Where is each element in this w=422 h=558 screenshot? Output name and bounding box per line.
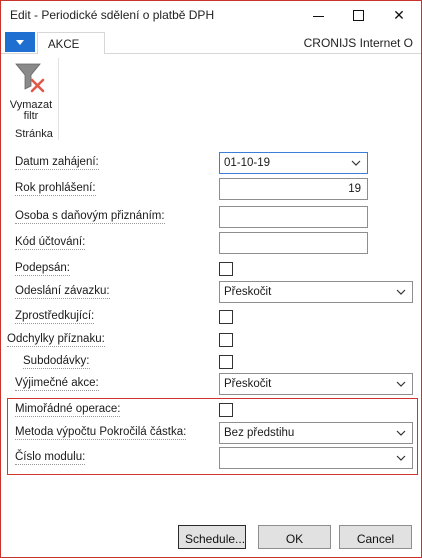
posting-code-label: Kód účtování: [15, 236, 86, 250]
advance-method-select[interactable]: Bez předstihu [219, 422, 413, 444]
start-date-label: Datum zahájení: [15, 156, 99, 170]
row-extraordinary-operations: Mimořádné operace: [1, 399, 421, 421]
dropdown-triangle-icon [16, 39, 24, 45]
row-subcontracts: Subdodávky: [1, 351, 421, 373]
extraordinary-operations-checkbox[interactable] [219, 403, 233, 417]
row-intermediary: Zprostředkující: [1, 306, 421, 328]
intermediary-label: Zprostředkující: [15, 310, 95, 324]
row-start-date: Datum zahájení: 01-10-19 [1, 152, 421, 174]
clear-filter-button[interactable]: Vymazat filtr [5, 58, 55, 124]
advance-method-value: Bez předstihu [224, 427, 295, 439]
ok-button[interactable]: OK [258, 525, 331, 549]
maximize-button[interactable] [341, 1, 375, 29]
chevron-down-icon[interactable] [351, 159, 361, 167]
liability-send-label: Odeslání závazku: [15, 285, 110, 299]
maximize-icon [352, 9, 364, 21]
tab-akce[interactable]: AKCE [37, 32, 105, 55]
subcontracts-checkbox[interactable] [219, 355, 233, 369]
row-liability-send: Odeslání závazku: Přeskočit [1, 281, 421, 303]
intermediary-checkbox[interactable] [219, 310, 233, 324]
chevron-down-icon[interactable] [396, 380, 406, 388]
row-posting-code: Kód účtování: [1, 232, 421, 254]
flag-deviations-checkbox[interactable] [219, 333, 233, 347]
exceptional-actions-value: Přeskočit [224, 378, 272, 390]
row-tax-person: Osoba s daňovým přiznáním: [1, 206, 421, 228]
row-advance-method: Metoda výpočtu Pokročilá částka: Bez pře… [1, 422, 421, 444]
flag-deviations-label: Odchylky příznaku: [7, 333, 105, 347]
module-number-select[interactable] [219, 447, 413, 469]
exceptional-actions-select[interactable]: Přeskočit [219, 373, 413, 395]
ribbon: Vymazat filtr Stránka [1, 54, 421, 144]
ribbon-group-label: Stránka [15, 128, 53, 140]
edit-window: Edit - Periodické sdělení o platbě DPH ✕… [0, 0, 422, 558]
chevron-down-icon[interactable] [396, 288, 406, 296]
row-flag-deviations: Odchylky příznaku: [1, 329, 421, 351]
clear-filter-label-line2: filtr [23, 110, 39, 122]
close-icon: ✕ [393, 6, 405, 23]
schedule-button[interactable]: Schedule... [178, 525, 246, 549]
chevron-down-icon[interactable] [396, 454, 406, 462]
ribbon-group-page: Vymazat filtr Stránka [5, 58, 59, 140]
start-date-input[interactable]: 01-10-19 [219, 152, 368, 174]
row-signed: Podepsán: [1, 258, 421, 280]
row-declaration-year: Rok prohlášení: 19 [1, 178, 421, 200]
subcontracts-label: Subdodávky: [23, 355, 90, 369]
advance-method-label: Metoda výpočtu Pokročilá částka: [15, 426, 187, 440]
app-menu-button[interactable] [5, 32, 35, 52]
signed-checkbox[interactable] [219, 262, 233, 276]
row-module-number: Číslo modulu: [1, 447, 421, 469]
minimize-icon [312, 15, 324, 17]
exceptional-actions-label: Výjimečné akce: [15, 377, 99, 391]
minimize-button[interactable] [301, 1, 335, 29]
chevron-down-icon[interactable] [396, 429, 406, 437]
liability-send-select[interactable]: Přeskočit [219, 281, 413, 303]
extraordinary-operations-label: Mimořádné operace: [15, 403, 121, 417]
tax-person-input[interactable] [219, 206, 368, 228]
declaration-year-input[interactable]: 19 [219, 178, 368, 200]
liability-send-value: Přeskočit [224, 286, 272, 298]
module-number-label: Číslo modulu: [15, 451, 86, 465]
cancel-button[interactable]: Cancel [339, 525, 412, 549]
filter-clear-icon [15, 63, 45, 93]
declaration-year-label: Rok prohlášení: [15, 182, 96, 196]
start-date-value: 01-10-19 [224, 157, 271, 169]
ribbon-tab-strip: AKCE CRONIJS Internet O [1, 29, 421, 55]
row-exceptional-actions: Výjimečné akce: Přeskočit [1, 373, 421, 395]
close-button[interactable]: ✕ [382, 1, 416, 29]
clear-filter-label: Vymazat filtr [5, 100, 57, 122]
tax-person-label: Osoba s daňovým přiznáním: [15, 210, 165, 224]
posting-code-input[interactable] [219, 232, 368, 254]
title-bar: Edit - Periodické sdělení o platbě DPH ✕ [1, 1, 421, 29]
window-title: Edit - Periodické sdělení o platbě DPH [10, 8, 215, 22]
company-name: CRONIJS Internet O [303, 36, 413, 50]
signed-label: Podepsán: [15, 262, 70, 276]
